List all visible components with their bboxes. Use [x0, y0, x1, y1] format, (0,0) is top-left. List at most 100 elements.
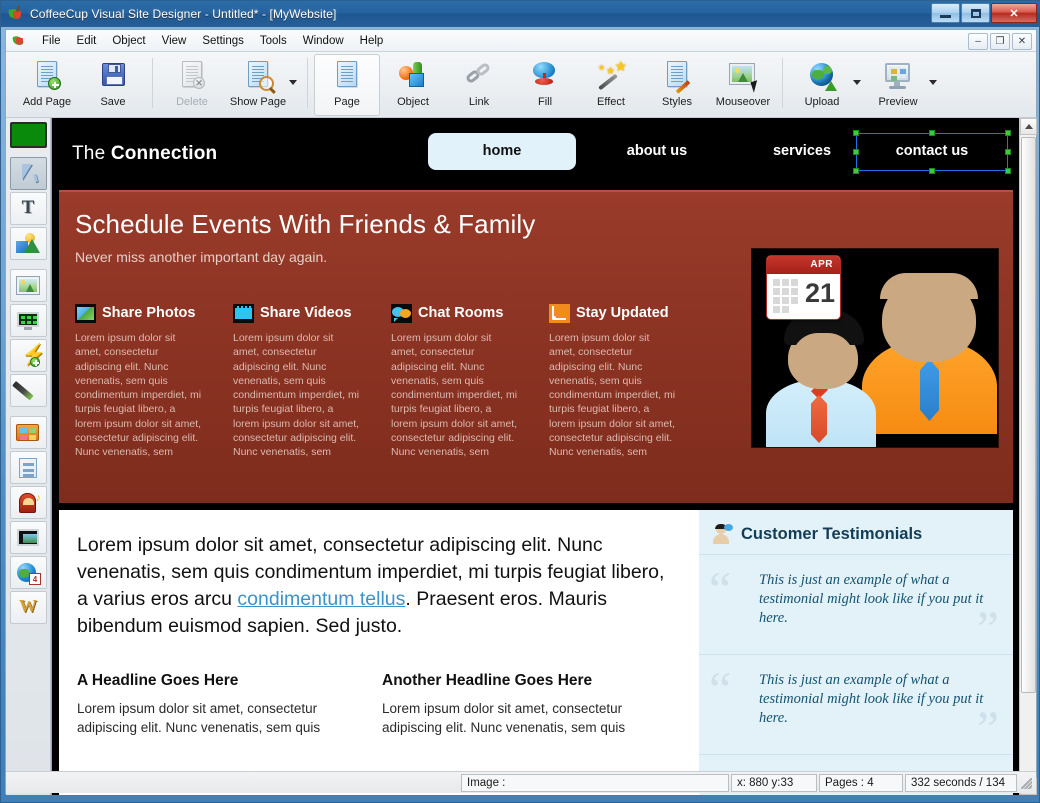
main-toolbar: Add Page Save ✕ Delete Show Page Page Ob… — [6, 52, 1036, 118]
menu-item-view[interactable]: View — [154, 32, 195, 50]
text-t-icon: T — [21, 196, 35, 218]
toolbar-button-effect[interactable]: ★ ★ ★ Effect — [578, 54, 644, 116]
column-heading: A Headline Goes Here — [77, 672, 239, 689]
menu-item-tools[interactable]: Tools — [252, 32, 295, 50]
menu-item-edit[interactable]: Edit — [69, 32, 105, 50]
shape-tool[interactable] — [9, 227, 47, 260]
canvas-vertical-scrollbar[interactable] — [1019, 118, 1037, 795]
toolbar-separator — [307, 58, 308, 108]
form-tool[interactable] — [9, 451, 47, 484]
testimonial-quote: This is just an example of what a testim… — [759, 672, 984, 726]
selection-handle-w[interactable] — [853, 149, 859, 155]
nav-item-home[interactable]: home — [429, 134, 575, 169]
jukebox-tool[interactable]: ♪ — [9, 486, 47, 519]
feature-body: Lorem ipsum dolor sit amet, consectetur … — [233, 332, 360, 459]
mdi-restore-button[interactable]: ❐ — [990, 33, 1010, 50]
selection-handle-ne[interactable] — [1005, 130, 1011, 136]
menu-item-file[interactable]: File — [34, 32, 69, 50]
status-coordinates: x: 880 y:33 — [731, 773, 817, 792]
toolbar-button-fill[interactable]: Fill — [512, 54, 578, 116]
toolbar-button-delete: ✕ Delete — [159, 54, 225, 116]
hero-image[interactable]: APR 21 — [751, 248, 999, 448]
title-bar: CoffeeCup Visual Site Designer - Untitle… — [1, 1, 1040, 27]
toolbar-button-preview[interactable]: Preview — [865, 54, 931, 116]
status-page-count: Pages : 4 — [819, 773, 903, 792]
marker-pen-icon — [12, 379, 41, 403]
image-tool[interactable] — [9, 269, 47, 302]
feature-stay-updated[interactable]: Stay Updated Lorem ipsum dolor sit amet,… — [549, 302, 677, 460]
text-tool[interactable]: T — [9, 192, 47, 225]
two-column-row: A Headline Goes Here Lorem ipsum dolor s… — [77, 672, 673, 737]
pointer-icon — [15, 162, 41, 186]
mdi-close-button[interactable]: ✕ — [1012, 33, 1032, 50]
marker-tool[interactable] — [9, 374, 47, 407]
application-window: CoffeeCup Visual Site Designer - Untitle… — [0, 0, 1040, 803]
status-time-estimate: 332 seconds / 134 — [905, 773, 1017, 792]
dynamic-effect-tool[interactable]: ⚡ — [9, 339, 47, 372]
feature-share-videos[interactable]: Share Videos Lorem ipsum dolor sit amet,… — [233, 302, 361, 460]
menu-item-object[interactable]: Object — [104, 32, 153, 50]
testimonial-item[interactable]: “ This is just an example of what a test… — [699, 555, 1013, 655]
show-page-dropdown-icon[interactable] — [289, 80, 297, 85]
toolbar-button-add-page[interactable]: Add Page — [14, 54, 80, 116]
hero-heading: Schedule Events With Friends & Family — [75, 209, 536, 239]
select-pointer-tool[interactable] — [9, 157, 47, 190]
color-swatch-tool[interactable] — [9, 122, 47, 148]
close-button[interactable]: ✕ — [991, 3, 1037, 23]
scrollbar-thumb[interactable] — [1021, 137, 1036, 693]
document-logo-icon — [12, 34, 27, 48]
toolbar-button-save[interactable]: Save — [80, 54, 146, 116]
toolbar-button-upload[interactable]: Upload — [789, 54, 855, 116]
scroll-up-button[interactable] — [1020, 118, 1037, 135]
site-brand: The Connection — [72, 143, 217, 165]
selection-handle-sw[interactable] — [853, 168, 859, 174]
selection-handle-nw[interactable] — [853, 130, 859, 136]
status-bar: Image : x: 880 y:33 Pages : 4 332 second… — [6, 771, 1036, 793]
flash-tool[interactable] — [9, 304, 47, 337]
site-body-section: Lorem ipsum dolor sit amet, consectetur … — [59, 510, 1013, 795]
selection-handle-se[interactable] — [1005, 168, 1011, 174]
testimonial-quote: This is just an example of what a testim… — [759, 572, 984, 626]
toolbar-button-link[interactable]: Link — [446, 54, 512, 116]
feature-chat-rooms[interactable]: Chat Rooms Lorem ipsum dolor sit amet, c… — [391, 302, 519, 460]
toolbar-button-mouseover[interactable]: Mouseover — [710, 54, 776, 116]
wordart-tool[interactable]: W — [9, 591, 47, 624]
share-photos-icon — [75, 303, 96, 323]
maximize-button[interactable] — [961, 3, 990, 23]
styles-icon — [660, 60, 694, 94]
content-column-1[interactable]: A Headline Goes Here Lorem ipsum dolor s… — [77, 672, 360, 737]
toolbar-button-styles[interactable]: Styles — [644, 54, 710, 116]
hero-banner[interactable]: Schedule Events With Friends & Family Ne… — [59, 190, 1013, 503]
link-icon — [462, 60, 496, 92]
nav-item-about-us[interactable]: about us — [592, 134, 722, 169]
selection-handle-e[interactable] — [1005, 149, 1011, 155]
testimonial-item[interactable]: “ This is just an example of what a test… — [699, 655, 1013, 755]
toolbar-button-page[interactable]: Page — [314, 54, 380, 116]
lead-inline-link[interactable]: condimentum tellus — [237, 588, 405, 610]
mdi-minimize-button[interactable]: – — [968, 33, 988, 50]
share-videos-icon — [233, 303, 254, 323]
design-canvas[interactable]: The Connection home about us services co… — [51, 118, 1019, 795]
flash-monitor-icon — [15, 309, 41, 333]
photo-gallery-tool[interactable] — [9, 416, 47, 449]
toolbar-button-object[interactable]: Object — [380, 54, 446, 116]
toolbar-button-show-page[interactable]: Show Page — [225, 54, 291, 116]
nav-item-services[interactable]: services — [742, 134, 862, 169]
preview-dropdown-icon[interactable] — [929, 80, 937, 85]
calendar-tool[interactable]: 4 — [9, 556, 47, 589]
lead-paragraph[interactable]: Lorem ipsum dolor sit amet, consectetur … — [77, 532, 673, 640]
menu-item-window[interactable]: Window — [295, 32, 352, 50]
resize-grip[interactable] — [1019, 776, 1033, 790]
selection-handle-s[interactable] — [929, 168, 935, 174]
video-tool[interactable] — [9, 521, 47, 554]
column-heading: Another Headline Goes Here — [382, 672, 593, 689]
selection-handle-n[interactable] — [929, 130, 935, 136]
upload-dropdown-icon[interactable] — [853, 80, 861, 85]
minimize-button[interactable] — [931, 3, 960, 23]
content-column-2[interactable]: Another Headline Goes Here Lorem ipsum d… — [382, 672, 665, 737]
rss-icon — [549, 303, 570, 323]
website-preview: The Connection home about us services co… — [52, 118, 1019, 795]
menu-item-settings[interactable]: Settings — [194, 32, 252, 50]
feature-share-photos[interactable]: Share Photos Lorem ipsum dolor sit amet,… — [75, 302, 203, 460]
menu-item-help[interactable]: Help — [352, 32, 392, 50]
